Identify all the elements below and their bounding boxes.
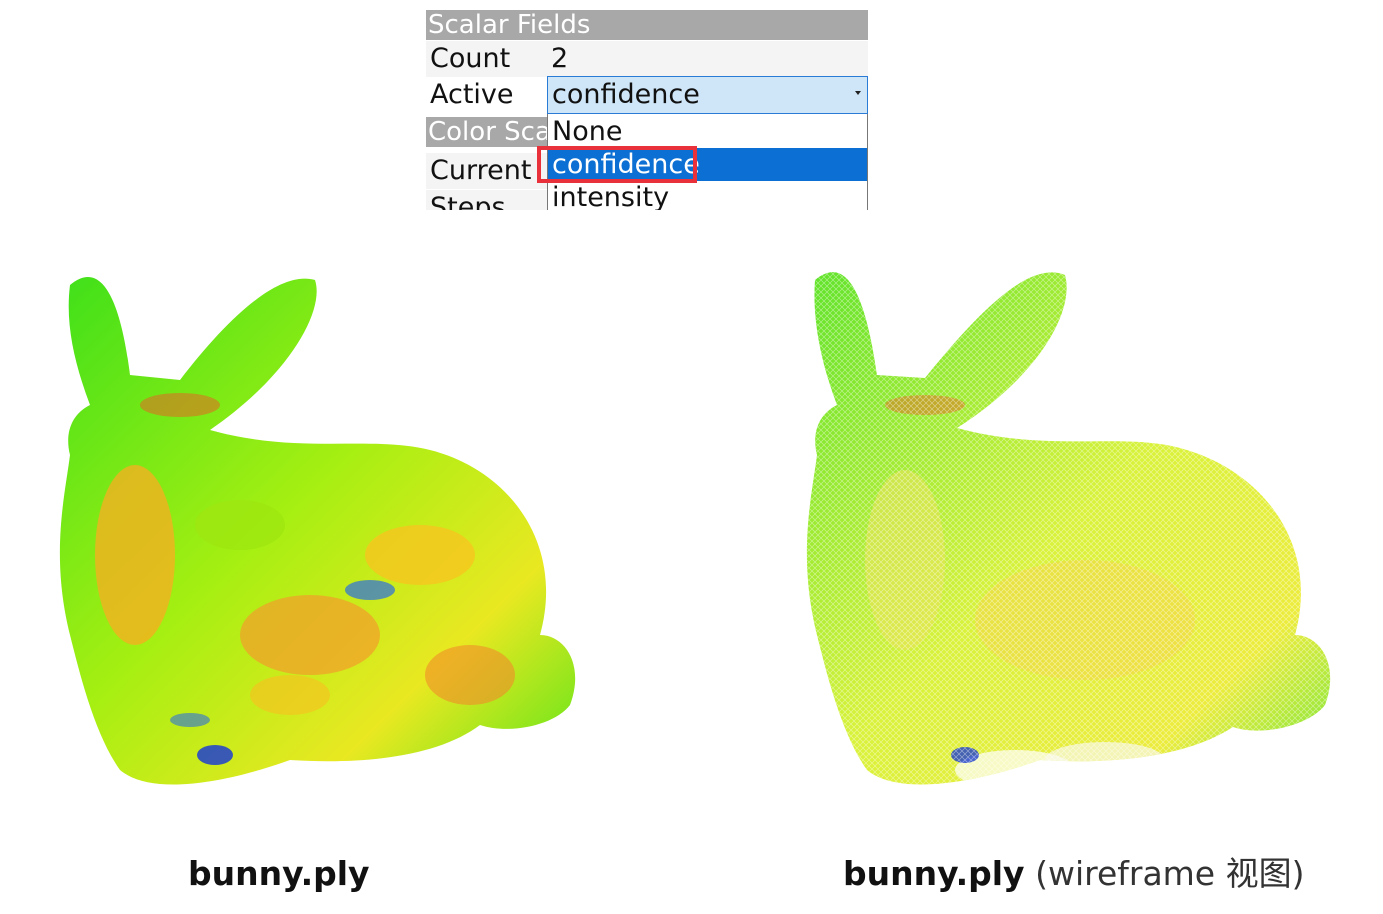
count-label: Count — [430, 43, 511, 74]
dropdown-option-confidence[interactable]: confidence — [548, 148, 867, 181]
bunny-render-wireframe — [806, 272, 1331, 785]
caption-right-suffix: (wireframe 视图) — [1035, 854, 1305, 893]
properties-panel: Scalar Fields Count 2 Active confidence … — [426, 10, 870, 210]
active-scalar-field-select[interactable]: confidence — [547, 76, 868, 114]
active-select-dropdown[interactable]: None confidence intensity — [547, 114, 868, 210]
active-label: Active — [430, 79, 514, 110]
current-label: Current — [430, 155, 532, 186]
count-row: Count 2 — [426, 41, 868, 77]
chevron-down-icon[interactable] — [855, 91, 861, 95]
dropdown-option-intensity[interactable]: intensity — [548, 181, 867, 210]
scalar-fields-header[interactable]: Scalar Fields — [426, 10, 868, 40]
caption-left: bunny.ply — [188, 852, 370, 896]
steps-label: Steps — [430, 192, 506, 210]
caption-left-filename: bunny.ply — [188, 854, 370, 893]
caption-right: bunny.ply (wireframe 视图) — [843, 852, 1304, 896]
caption-right-filename: bunny.ply — [843, 854, 1025, 893]
bunny-render-solid — [59, 277, 576, 785]
dropdown-option-none[interactable]: None — [548, 115, 867, 148]
active-select-value: confidence — [552, 79, 700, 110]
count-value: 2 — [551, 43, 569, 74]
